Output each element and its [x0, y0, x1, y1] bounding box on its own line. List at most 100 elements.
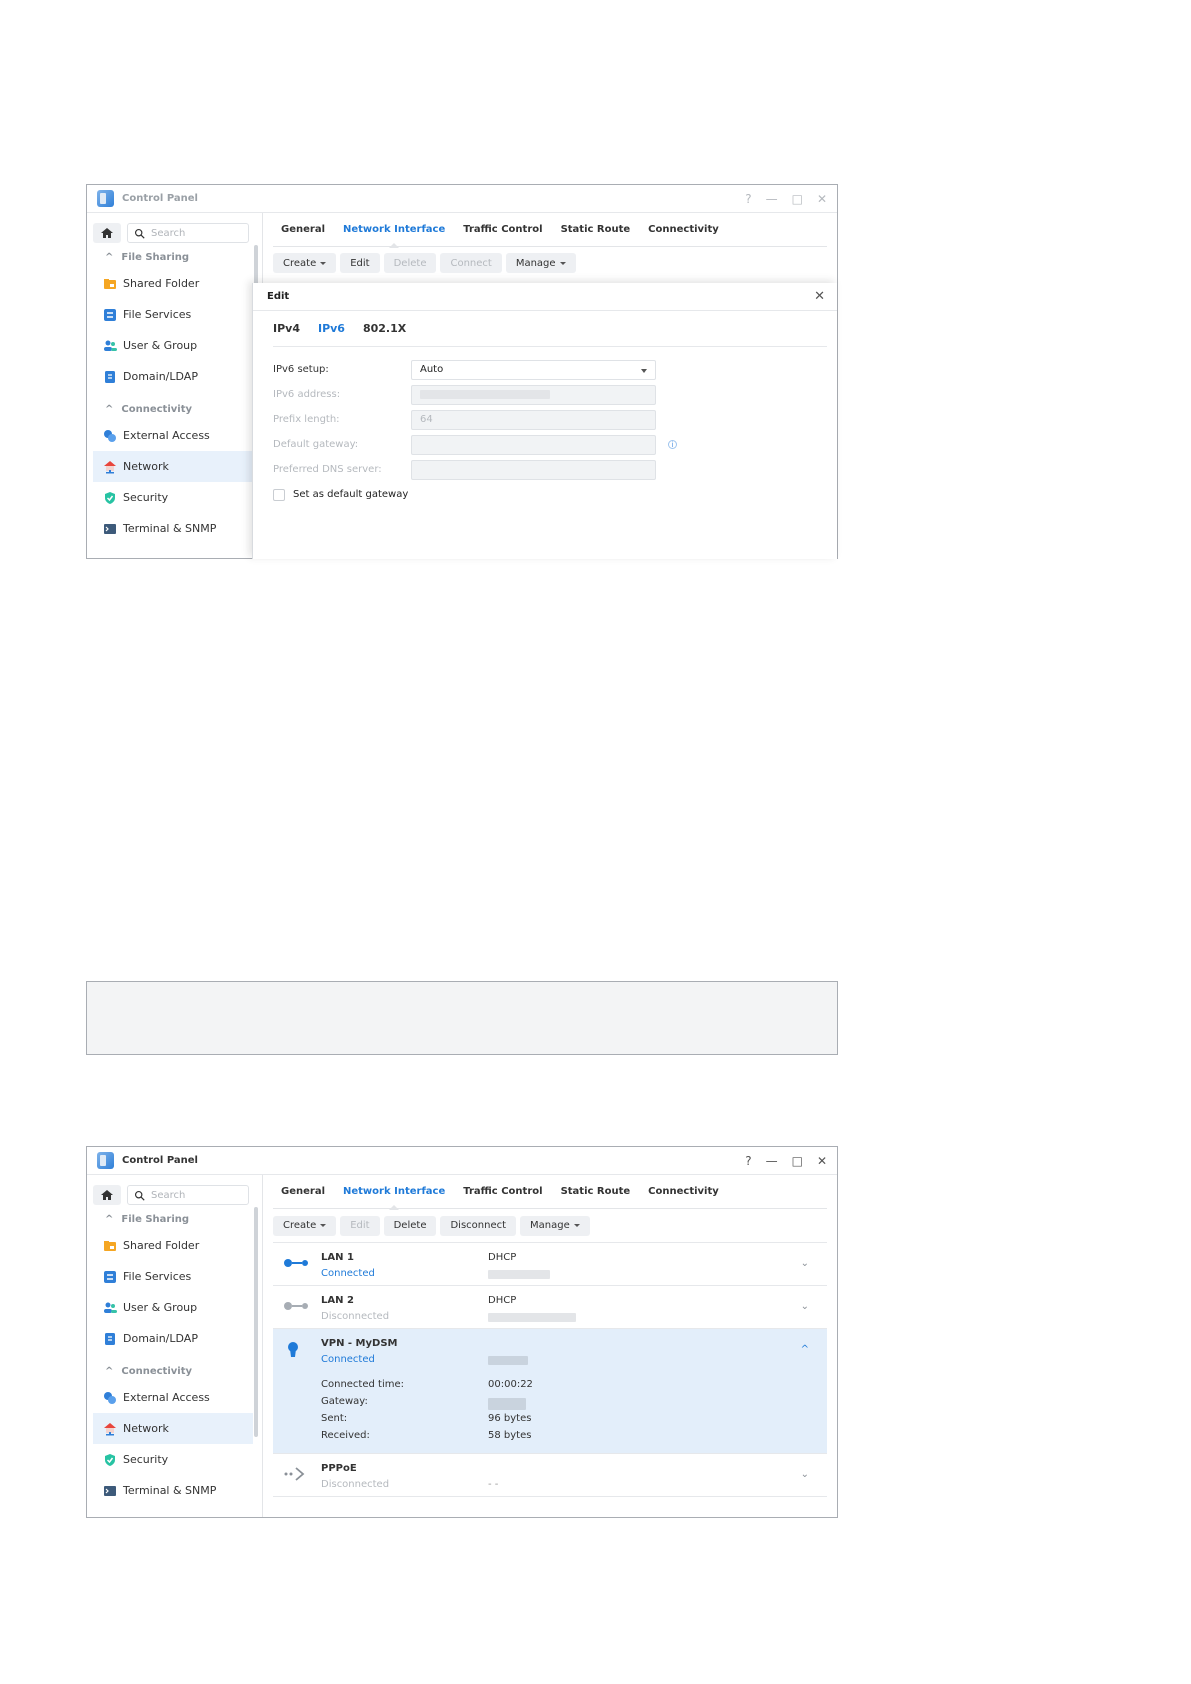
sidebar-item-user-group[interactable]: User & Group — [93, 330, 253, 361]
received-label: Received: — [321, 1430, 370, 1441]
sidebar-item-security[interactable]: Security — [93, 1444, 253, 1475]
interface-status: Disconnected — [321, 1311, 390, 1322]
edit-button[interactable]: Edit — [340, 1215, 380, 1236]
search-input[interactable] — [151, 227, 241, 239]
list-item-vpn[interactable]: VPN - MyDSM Connected ^ Connected time: … — [273, 1329, 827, 1454]
home-button[interactable] — [93, 1185, 121, 1205]
chevron-up-icon[interactable]: ^ — [801, 1344, 809, 1355]
tab-network-interface[interactable]: Network Interface — [343, 1186, 445, 1210]
sidebar-item-domain-ldap[interactable]: Domain/LDAP — [93, 361, 253, 392]
ipv6-address-label: IPv6 address: — [273, 389, 341, 400]
sidebar-item-network[interactable]: Network — [93, 1413, 253, 1444]
chevron-down-icon[interactable]: ⌄ — [801, 1258, 809, 1269]
sidebar-item-label: File Services — [123, 308, 192, 321]
disconnect-button[interactable]: Disconnect — [440, 1215, 517, 1236]
note-box — [86, 981, 838, 1055]
sidebar-item-shared-folder[interactable]: Shared Folder — [93, 268, 253, 299]
file-services-icon — [104, 1270, 116, 1283]
sidebar-item-security[interactable]: Security — [93, 482, 253, 513]
default-gateway-field[interactable] — [411, 434, 656, 455]
tab-network-interface[interactable]: Network Interface — [343, 224, 445, 248]
sidebar-item-user-group[interactable]: User & Group — [93, 1292, 253, 1323]
dropdown-arrow-icon — [641, 368, 647, 373]
redacted-value — [488, 1355, 528, 1368]
connect-button[interactable]: Connect — [440, 253, 502, 273]
create-button[interactable]: Create — [273, 253, 337, 273]
sidebar-item-external-access[interactable]: External Access — [93, 1382, 253, 1413]
sidebar-item-external-access[interactable]: External Access — [93, 420, 253, 451]
folder-icon — [104, 1240, 116, 1251]
manage-button[interactable]: Manage — [505, 253, 576, 273]
sidebar-section-connectivity[interactable]: ^ Connectivity — [93, 398, 262, 420]
list-item-lan2[interactable]: LAN 2 Disconnected DHCP ⌄ — [273, 1286, 827, 1329]
chevron-up-icon: ^ — [105, 251, 114, 263]
help-icon[interactable]: ? — [745, 1154, 751, 1168]
tab-8021x[interactable]: 802.1X — [363, 322, 406, 335]
edit-button[interactable]: Edit — [340, 253, 380, 273]
manage-button[interactable]: Manage — [520, 1215, 590, 1236]
sidebar-item-label: Shared Folder — [123, 1239, 200, 1252]
help-icon[interactable]: ? — [745, 192, 751, 206]
maximize-icon[interactable]: □ — [792, 192, 803, 206]
sidebar-item-terminal-snmp[interactable]: Terminal & SNMP — [93, 1475, 253, 1506]
minimize-icon[interactable]: — — [766, 1154, 778, 1168]
prefix-length-label: Prefix length: — [273, 414, 340, 425]
sidebar-scrollbar[interactable] — [254, 1207, 258, 1437]
ipv6-setup-select[interactable]: Auto — [411, 359, 656, 380]
chevron-down-icon[interactable]: ⌄ — [801, 1301, 809, 1312]
sidebar-item-file-services[interactable]: File Services — [93, 1261, 253, 1292]
tab-static-route[interactable]: Static Route — [561, 1186, 631, 1197]
edit-dialog: Edit ✕ IPv4 IPv6 802.1X IPv6 setup: Auto… — [252, 283, 837, 559]
tab-traffic-control[interactable]: Traffic Control — [463, 224, 542, 235]
tab-connectivity[interactable]: Connectivity — [648, 1186, 719, 1197]
folder-icon — [104, 278, 116, 289]
create-button[interactable]: Create — [273, 1215, 337, 1236]
list-item-pppoe[interactable]: PPPoE Disconnected - - ⌄ — [273, 1454, 827, 1497]
sidebar-item-network[interactable]: Network — [93, 451, 253, 482]
tab-connectivity[interactable]: Connectivity — [648, 224, 719, 235]
minimize-icon[interactable]: — — [766, 192, 778, 206]
close-icon[interactable]: ✕ — [814, 289, 825, 304]
prefix-length-field[interactable]: 64 — [411, 409, 656, 430]
window-titlebar[interactable]: Control Panel ? — □ ✕ — [87, 1147, 837, 1175]
sidebar: ^ File Sharing Shared Folder File Servic… — [87, 1175, 263, 1517]
chevron-down-icon[interactable]: ⌄ — [801, 1469, 809, 1480]
redacted-value — [488, 1312, 576, 1325]
default-gateway-label: Default gateway: — [273, 439, 359, 450]
sidebar-section-connectivity[interactable]: ^ Connectivity — [93, 1360, 262, 1382]
tab-bar: General Network Interface Traffic Contro… — [273, 213, 827, 248]
tab-general[interactable]: General — [281, 224, 325, 235]
maximize-icon[interactable]: □ — [792, 1154, 803, 1168]
lan-disconnected-icon — [284, 1302, 308, 1310]
home-button[interactable] — [93, 223, 121, 243]
terminal-icon — [104, 523, 116, 534]
sidebar-item-file-services[interactable]: File Services — [93, 299, 253, 330]
ipv6-address-field[interactable] — [411, 384, 656, 405]
preferred-dns-field[interactable] — [411, 459, 656, 480]
search-input[interactable] — [151, 1189, 241, 1201]
search-box[interactable] — [127, 223, 249, 243]
domain-ldap-icon — [105, 370, 115, 383]
tab-ipv4[interactable]: IPv4 — [273, 322, 300, 335]
sidebar-section-file-sharing[interactable]: ^ File Sharing — [93, 246, 262, 268]
info-icon[interactable]: i — [668, 440, 677, 449]
delete-button[interactable]: Delete — [383, 1215, 437, 1236]
sidebar-item-domain-ldap[interactable]: Domain/LDAP — [93, 1323, 253, 1354]
close-icon[interactable]: ✕ — [817, 192, 827, 206]
close-icon[interactable]: ✕ — [817, 1154, 827, 1168]
tab-bar: General Network Interface Traffic Contro… — [273, 1175, 827, 1210]
tab-ipv6[interactable]: IPv6 — [318, 322, 345, 335]
control-panel-app-icon — [97, 1152, 114, 1169]
search-box[interactable] — [127, 1185, 249, 1205]
list-item-lan1[interactable]: LAN 1 Connected DHCP ⌄ — [273, 1243, 827, 1286]
tab-static-route[interactable]: Static Route — [561, 224, 631, 235]
sidebar-item-shared-folder[interactable]: Shared Folder — [93, 1230, 253, 1261]
tab-traffic-control[interactable]: Traffic Control — [463, 1186, 542, 1197]
interface-value: - - — [488, 1479, 499, 1490]
tab-general[interactable]: General — [281, 1186, 325, 1197]
sidebar-item-terminal-snmp[interactable]: Terminal & SNMP — [93, 513, 253, 544]
set-default-gateway-checkbox[interactable] — [273, 488, 285, 501]
sidebar-section-file-sharing[interactable]: ^ File Sharing — [93, 1208, 262, 1230]
delete-button[interactable]: Delete — [383, 253, 437, 273]
window-titlebar[interactable]: Control Panel ? — □ ✕ — [87, 185, 837, 213]
